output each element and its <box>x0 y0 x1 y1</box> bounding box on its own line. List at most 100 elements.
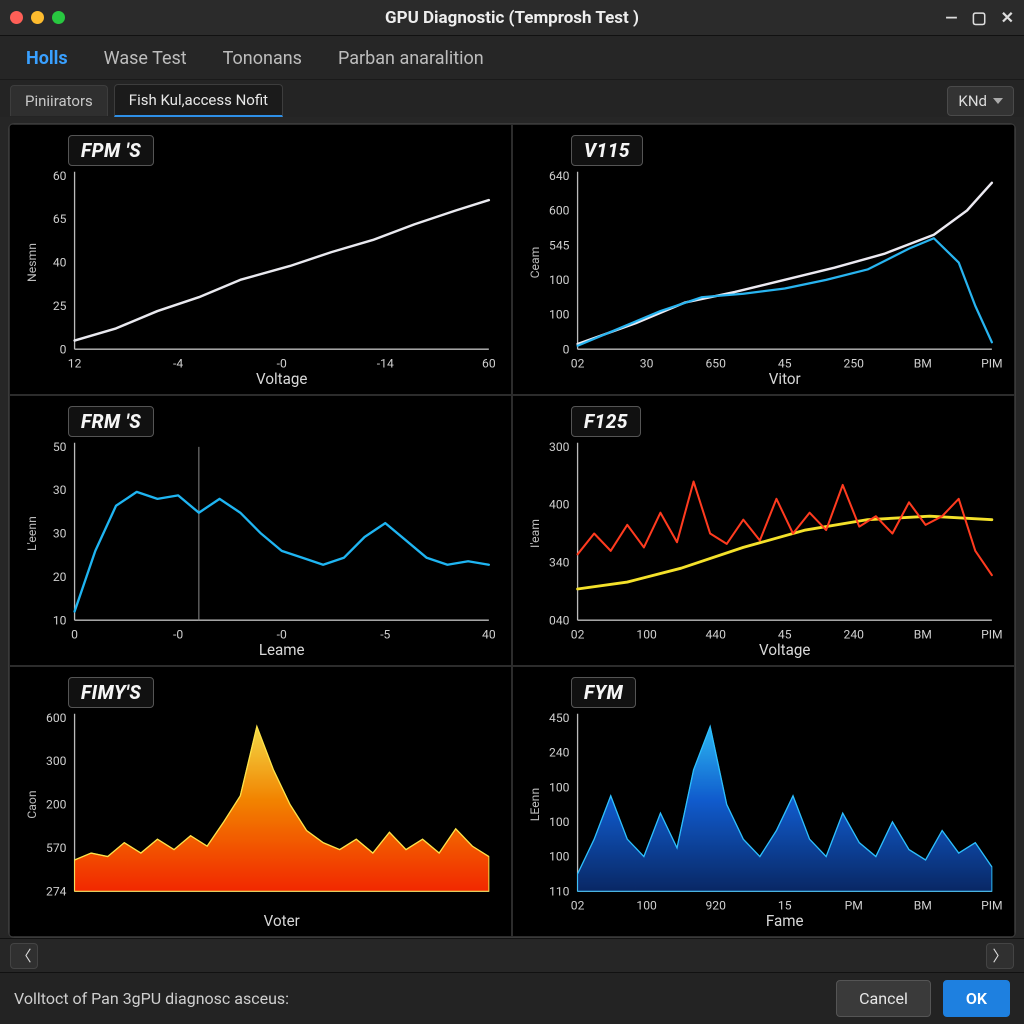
svg-text:BM: BM <box>914 357 932 371</box>
svg-text:650: 650 <box>705 357 726 371</box>
svg-text:Voltage: Voltage <box>759 641 810 659</box>
svg-text:-4: -4 <box>173 357 183 371</box>
svg-text:Ceam: Ceam <box>528 247 542 279</box>
chart-v15: V1150100100545600640023065045250BMPIMCea… <box>512 124 1015 395</box>
svg-text:340: 340 <box>549 555 570 569</box>
svg-text:200: 200 <box>46 798 67 812</box>
svg-text:15: 15 <box>778 899 792 913</box>
tab-tononans[interactable]: Tononans <box>219 44 306 73</box>
svg-text:100: 100 <box>549 815 570 829</box>
svg-text:240: 240 <box>844 628 865 642</box>
svg-text:20: 20 <box>53 570 67 584</box>
minimize-icon[interactable] <box>31 11 44 24</box>
svg-text:Vitor: Vitor <box>769 370 801 388</box>
svg-text:02: 02 <box>571 899 585 913</box>
prev-button[interactable]: 〈 <box>10 943 38 969</box>
next-button[interactable]: 〉 <box>986 943 1014 969</box>
svg-text:PIM: PIM <box>981 628 1003 642</box>
window-controls: — ▢ ✕ <box>945 8 1014 27</box>
svg-text:100: 100 <box>636 899 657 913</box>
knd-dropdown[interactable]: KNd <box>947 86 1014 116</box>
cancel-button[interactable]: Cancel <box>836 980 931 1017</box>
close-button[interactable]: ✕ <box>1001 8 1014 27</box>
svg-text:300: 300 <box>46 754 67 768</box>
min-button[interactable]: — <box>945 8 957 27</box>
svg-text:45: 45 <box>778 357 792 371</box>
svg-text:30: 30 <box>53 527 67 541</box>
svg-text:45: 45 <box>778 628 792 642</box>
tab-parban[interactable]: Parban anaralition <box>334 44 488 73</box>
svg-text:Caon: Caon <box>25 790 39 818</box>
chart-fym: FYM1101001001002404500210092015PMBMPIMLE… <box>512 666 1015 937</box>
svg-text:10: 10 <box>53 613 67 627</box>
svg-text:640: 640 <box>549 169 570 183</box>
svg-text:65: 65 <box>53 212 67 226</box>
subtab-piniirators[interactable]: Piniirators <box>10 85 108 116</box>
tab-holls[interactable]: Holls <box>22 44 72 73</box>
svg-text:274: 274 <box>46 884 67 898</box>
svg-text:Fame: Fame <box>766 912 804 930</box>
close-icon[interactable] <box>10 11 23 24</box>
title-bar: GPU Diagnostic (Temprosh Test ) — ▢ ✕ <box>0 0 1024 36</box>
svg-text:100: 100 <box>549 780 570 794</box>
chart-title: FRM 'S <box>68 406 154 437</box>
svg-text:30: 30 <box>53 483 67 497</box>
svg-text:545: 545 <box>549 238 570 252</box>
svg-text:BM: BM <box>914 628 932 642</box>
svg-text:Leame: Leame <box>259 641 305 659</box>
svg-text:12: 12 <box>68 357 82 371</box>
svg-text:BM: BM <box>914 899 932 913</box>
chart-f125: F1250403404003000210044045240BMPIMI'eamV… <box>512 395 1015 666</box>
chart-title: FPM 'S <box>68 135 154 166</box>
svg-text:0: 0 <box>60 342 67 356</box>
svg-text:600: 600 <box>549 204 570 218</box>
chart-fimy_s: FIMY'S274570200300600CaonVoter <box>9 666 512 937</box>
svg-text:600: 600 <box>46 711 67 725</box>
subtab-fish-kul[interactable]: Fish Kul,access Nofit <box>114 84 283 117</box>
svg-text:110: 110 <box>549 884 570 898</box>
footer: Volltoct of Pan 3gPU diagnosc asceus: Ca… <box>0 972 1024 1024</box>
app-window: GPU Diagnostic (Temprosh Test ) — ▢ ✕ Ho… <box>0 0 1024 1024</box>
svg-text:240: 240 <box>549 746 570 760</box>
svg-text:0: 0 <box>563 342 570 356</box>
svg-text:100: 100 <box>636 628 657 642</box>
traffic-lights <box>10 11 65 24</box>
svg-text:30: 30 <box>640 357 654 371</box>
svg-text:Voltage: Voltage <box>256 370 307 388</box>
svg-text:25: 25 <box>53 299 67 313</box>
svg-text:60: 60 <box>482 357 496 371</box>
svg-text:0: 0 <box>71 628 78 642</box>
restore-button[interactable]: ▢ <box>971 8 986 27</box>
svg-text:-0: -0 <box>173 628 183 642</box>
svg-text:Nesmn: Nesmn <box>25 243 39 282</box>
dropdown-label: KNd <box>958 92 987 110</box>
svg-text:450: 450 <box>549 711 570 725</box>
chevron-down-icon <box>993 98 1003 104</box>
svg-text:PM: PM <box>845 899 863 913</box>
svg-text:440: 440 <box>705 628 726 642</box>
chart-frm_s: FRM 'S10203030500-0-0-540L'eennLeame <box>9 395 512 666</box>
svg-text:570: 570 <box>46 841 67 855</box>
tab-wase-test[interactable]: Wase Test <box>100 44 191 73</box>
svg-text:250: 250 <box>844 357 865 371</box>
svg-text:100: 100 <box>549 308 570 322</box>
svg-text:PIM: PIM <box>981 357 1003 371</box>
chart-fpm_s: FPM 'S02540656012-4-0-1460NesmnVoltage <box>9 124 512 395</box>
svg-text:100: 100 <box>549 850 570 864</box>
svg-text:-14: -14 <box>377 357 394 371</box>
svg-text:040: 040 <box>549 613 570 627</box>
chart-title: F125 <box>571 406 641 437</box>
svg-text:-0: -0 <box>277 628 287 642</box>
nav-row: 〈 〉 <box>0 938 1024 972</box>
ok-button[interactable]: OK <box>943 980 1010 1017</box>
svg-text:50: 50 <box>53 440 67 454</box>
chart-title: V115 <box>571 135 643 166</box>
svg-text:60: 60 <box>53 169 67 183</box>
svg-text:02: 02 <box>571 357 585 371</box>
chart-grid: FPM 'S02540656012-4-0-1460NesmnVoltageV1… <box>8 123 1016 938</box>
status-text: Volltoct of Pan 3gPU diagnosc asceus: <box>14 989 289 1008</box>
maximize-icon[interactable] <box>52 11 65 24</box>
svg-text:-5: -5 <box>380 628 390 642</box>
svg-text:02: 02 <box>571 628 585 642</box>
svg-text:300: 300 <box>549 440 570 454</box>
